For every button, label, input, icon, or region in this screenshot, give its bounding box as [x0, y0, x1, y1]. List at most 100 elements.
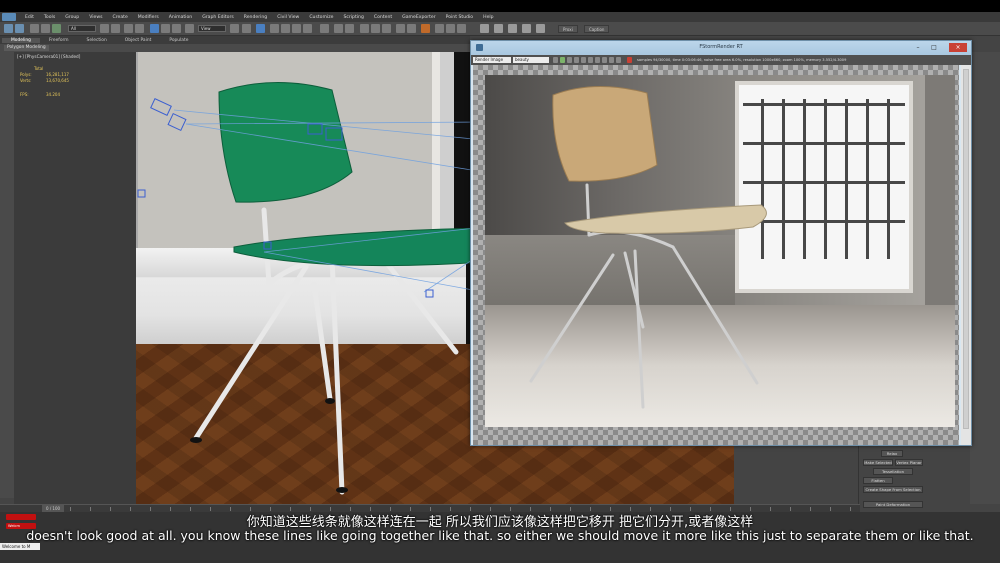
- fstorm-render-window[interactable]: FStormRender RT – □ × Render Image beaut…: [470, 40, 972, 446]
- curve-editor-icon[interactable]: [396, 24, 405, 33]
- menu-rendering[interactable]: Rendering: [239, 15, 272, 20]
- rendered-chair: [529, 86, 767, 409]
- paint-deformation-button[interactable]: Paint Deformation: [863, 501, 923, 508]
- render-canvas[interactable]: [473, 65, 959, 445]
- save-image-icon[interactable]: [553, 57, 558, 63]
- angle-snap-icon[interactable]: [281, 24, 290, 33]
- caption-button[interactable]: Caption: [584, 25, 610, 33]
- close-icon[interactable]: ×: [949, 43, 967, 52]
- placement-icon[interactable]: [185, 24, 194, 33]
- tab-freeform[interactable]: Freeform: [40, 38, 78, 43]
- tab-object-paint[interactable]: Object Paint: [116, 38, 161, 43]
- percent-snap-icon[interactable]: [292, 24, 301, 33]
- undo-icon[interactable]: [4, 24, 13, 33]
- start-render-icon[interactable]: [560, 57, 565, 63]
- pivot-center-icon[interactable]: [230, 24, 239, 33]
- reference-coordinate-dropdown[interactable]: View: [198, 25, 226, 32]
- render-setup-icon[interactable]: [435, 24, 444, 33]
- rendered-image: [485, 75, 955, 427]
- render-region-icon[interactable]: [536, 24, 545, 33]
- redo-icon[interactable]: [15, 24, 24, 33]
- relax-button[interactable]: Relax: [881, 450, 903, 457]
- teapot-render-icon[interactable]: [480, 24, 489, 33]
- menu-content[interactable]: Content: [369, 15, 397, 20]
- unlink-icon[interactable]: [41, 24, 50, 33]
- snaps-toggle-icon[interactable]: [270, 24, 279, 33]
- menu-views[interactable]: Views: [84, 15, 107, 20]
- render-iterative-icon[interactable]: [494, 24, 503, 33]
- menu-help[interactable]: Help: [478, 15, 498, 20]
- scrollbar-thumb[interactable]: [963, 69, 969, 429]
- minimize-icon[interactable]: –: [911, 43, 925, 52]
- stats-verts-label: Verts:: [20, 78, 32, 83]
- tessellation-button[interactable]: Tessellation: [873, 468, 913, 475]
- settings-icon[interactable]: [602, 57, 607, 63]
- render-preset-icon[interactable]: [522, 24, 531, 33]
- spinner-snap-icon[interactable]: [303, 24, 312, 33]
- app-window: Edit Tools Group Views Create Modifiers …: [0, 0, 1000, 563]
- menu-point-studio[interactable]: Point Studio: [441, 15, 479, 20]
- rendered-frame-window-icon[interactable]: [446, 24, 455, 33]
- vertex-planar-button[interactable]: Vertex Planar: [895, 459, 923, 466]
- keyboard-shortcut-override-icon[interactable]: [256, 24, 265, 33]
- menu-edit[interactable]: Edit: [20, 15, 39, 20]
- move-icon[interactable]: [150, 24, 159, 33]
- select-manipulate-icon[interactable]: [242, 24, 251, 33]
- lock-icon[interactable]: [581, 57, 586, 63]
- render-window-scrollbar[interactable]: [961, 65, 971, 445]
- render-production-icon[interactable]: [457, 24, 466, 33]
- menu-tools[interactable]: Tools: [39, 15, 60, 20]
- schematic-view-icon[interactable]: [407, 24, 416, 33]
- color-icon[interactable]: [616, 57, 621, 63]
- render-image-dropdown[interactable]: Render Image: [473, 57, 511, 63]
- create-shape-button[interactable]: Create Shape From Selection: [863, 486, 923, 493]
- pause-render-icon[interactable]: [567, 57, 572, 63]
- region-select-icon[interactable]: [124, 24, 133, 33]
- window-crossing-icon[interactable]: [135, 24, 144, 33]
- menu-graph-editors[interactable]: Graph Editors: [197, 15, 239, 20]
- tab-populate[interactable]: Populate: [160, 38, 197, 43]
- viewport-label[interactable]: [+] [PhysCamera01] [Shaded]: [17, 54, 80, 59]
- app-logo-icon[interactable]: [2, 13, 16, 21]
- menu-modifiers[interactable]: Modifiers: [133, 15, 164, 20]
- layer-explorer-icon[interactable]: [371, 24, 380, 33]
- mirror-icon[interactable]: [334, 24, 343, 33]
- select-by-name-icon[interactable]: [111, 24, 120, 33]
- top-letterbox: [0, 0, 1000, 12]
- flatten-button[interactable]: Flatten: [863, 477, 893, 484]
- align-icon[interactable]: [345, 24, 354, 33]
- proxi-button[interactable]: Proxi: [558, 25, 578, 33]
- bind-space-warp-icon[interactable]: [52, 24, 61, 33]
- maximize-icon[interactable]: □: [927, 43, 941, 52]
- edit-named-selection-icon[interactable]: [320, 24, 329, 33]
- region-icon[interactable]: [574, 57, 579, 63]
- ribbon-toggle-icon[interactable]: [382, 24, 391, 33]
- scene-explorer-icon[interactable]: [360, 24, 369, 33]
- tab-selection[interactable]: Selection: [78, 38, 116, 43]
- menu-customize[interactable]: Customize: [304, 15, 338, 20]
- link-icon[interactable]: [30, 24, 39, 33]
- menu-civil-view[interactable]: Civil View: [272, 15, 304, 20]
- stop-icon[interactable]: [627, 57, 632, 63]
- copy-icon[interactable]: [588, 57, 593, 63]
- tab-modeling[interactable]: Modeling: [2, 37, 40, 43]
- render-window-titlebar[interactable]: FStormRender RT – □ ×: [471, 41, 971, 55]
- denoise-icon[interactable]: [609, 57, 614, 63]
- menu-scripting[interactable]: Scripting: [338, 15, 368, 20]
- command-panel: Relax Make Selected Vertex Planar Tessel…: [858, 445, 926, 512]
- menu-gameexporter[interactable]: GameExporter: [397, 15, 440, 20]
- menu-animation[interactable]: Animation: [164, 15, 197, 20]
- menu-create[interactable]: Create: [108, 15, 133, 20]
- scale-icon[interactable]: [172, 24, 181, 33]
- render-element-dropdown[interactable]: beauty: [513, 57, 549, 63]
- polygon-modeling-panel[interactable]: Polygon Modeling: [4, 45, 49, 51]
- material-editor-icon[interactable]: [421, 24, 430, 33]
- selection-filter-dropdown[interactable]: All: [68, 25, 96, 32]
- activeshade-icon[interactable]: [508, 24, 517, 33]
- rotate-icon[interactable]: [161, 24, 170, 33]
- menu-group[interactable]: Group: [60, 15, 84, 20]
- render-window-title: FStormRender RT: [699, 44, 743, 50]
- select-object-icon[interactable]: [100, 24, 109, 33]
- make-selected-button[interactable]: Make Selected: [863, 459, 893, 466]
- clear-icon[interactable]: [595, 57, 600, 63]
